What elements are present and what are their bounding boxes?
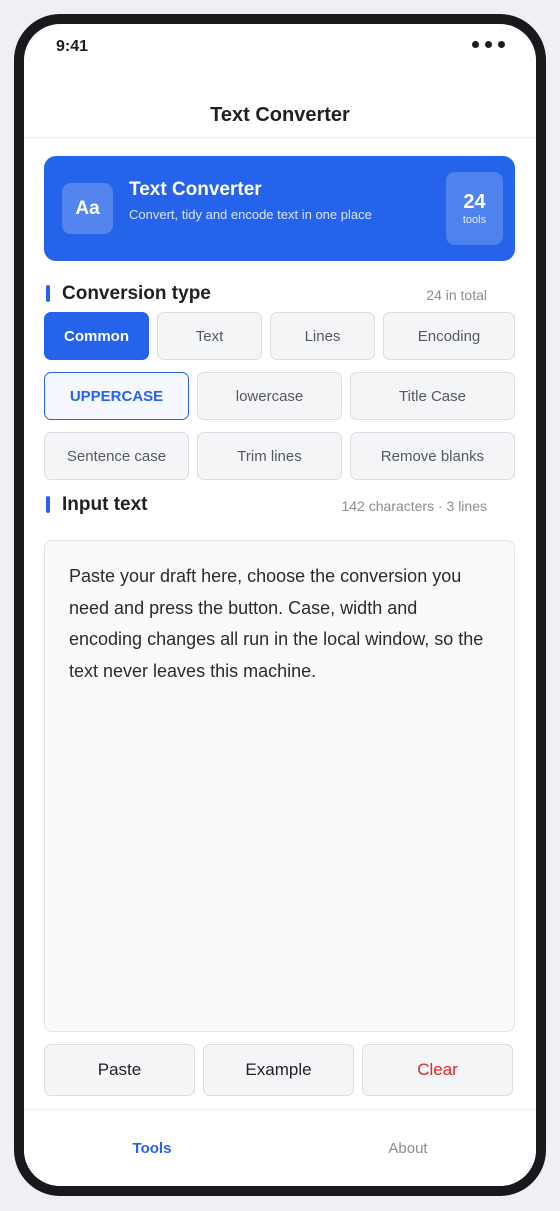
input-stats: 142 characters · 3 lines bbox=[341, 498, 487, 514]
paste-button[interactable]: Paste bbox=[44, 1044, 195, 1096]
tab-tools[interactable]: Tools bbox=[24, 1140, 280, 1157]
category-text[interactable]: Text bbox=[157, 312, 262, 360]
category-lines[interactable]: Lines bbox=[270, 312, 375, 360]
banner-title: Text Converter bbox=[129, 179, 262, 200]
dot-icon bbox=[498, 41, 505, 48]
nav-bar: Text Converter bbox=[24, 84, 536, 138]
clear-button[interactable]: Clear bbox=[362, 1044, 513, 1096]
banner-subtitle: Convert, tidy and encode text in one pla… bbox=[129, 207, 372, 222]
option-lowercase[interactable]: lowercase bbox=[197, 372, 342, 420]
tool-count: 24 bbox=[463, 191, 486, 213]
more-options-icon[interactable] bbox=[472, 41, 505, 49]
section-count: 24 in total bbox=[426, 287, 487, 303]
dot-icon bbox=[472, 41, 479, 48]
dot-icon bbox=[485, 41, 492, 48]
option-title-case[interactable]: Title Case bbox=[350, 372, 515, 420]
tool-count-unit: tools bbox=[462, 214, 487, 226]
option-remove-blanks[interactable]: Remove blanks bbox=[350, 432, 515, 480]
bottom-tab-bar: Tools About bbox=[24, 1109, 536, 1186]
tab-about[interactable]: About bbox=[280, 1140, 536, 1157]
option-trim-lines[interactable]: Trim lines bbox=[197, 432, 342, 480]
section-title: Conversion type bbox=[62, 283, 211, 304]
phone-frame: 9:41 Text Converter Aa Text Converter Co… bbox=[14, 14, 546, 1196]
option-uppercase[interactable]: UPPERCASE bbox=[44, 372, 189, 420]
section-accent bbox=[46, 496, 50, 513]
tool-count-badge: 24 tools bbox=[446, 172, 503, 245]
status-time: 9:41 bbox=[56, 38, 89, 55]
category-encoding[interactable]: Encoding bbox=[383, 312, 515, 360]
hero-banner: Aa Text Converter Convert, tidy and enco… bbox=[44, 156, 515, 261]
conversion-section-header: Conversion type 24 in total bbox=[44, 282, 515, 306]
category-common[interactable]: Common bbox=[44, 312, 149, 360]
page-title: Text Converter bbox=[210, 104, 350, 126]
option-sentence-case[interactable]: Sentence case bbox=[44, 432, 189, 480]
input-textarea[interactable]: Paste your draft here, choose the conver… bbox=[44, 540, 515, 1032]
app-logo: Aa bbox=[62, 183, 113, 234]
section-title: Input text bbox=[62, 494, 148, 515]
input-section-header: Input text 142 characters · 3 lines bbox=[44, 493, 515, 517]
status-bar: 9:41 bbox=[24, 24, 536, 68]
section-accent bbox=[46, 285, 50, 302]
app-screen: 9:41 Text Converter Aa Text Converter Co… bbox=[24, 24, 536, 1186]
example-button[interactable]: Example bbox=[203, 1044, 354, 1096]
